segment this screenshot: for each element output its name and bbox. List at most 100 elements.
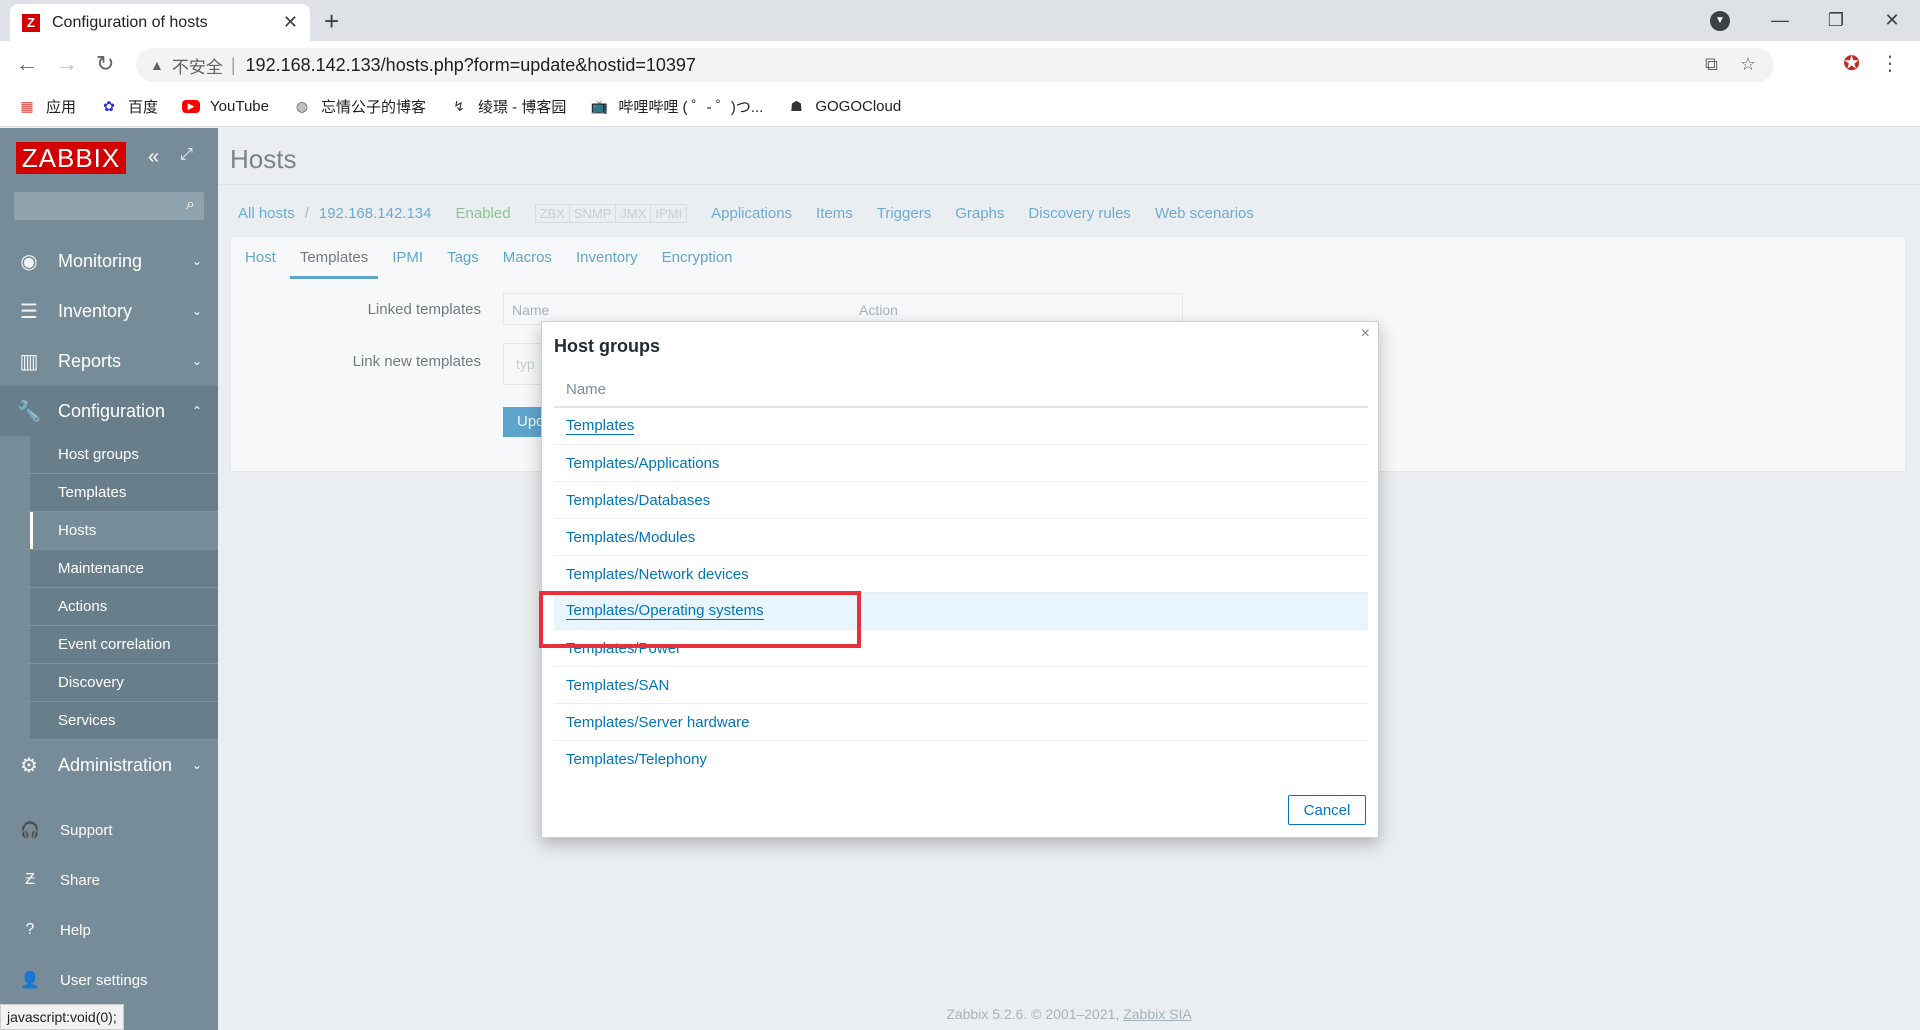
bilibili-icon: 📺 bbox=[590, 98, 609, 114]
dialog-title: Host groups bbox=[554, 336, 660, 356]
host-group-link[interactable]: Templates/Telephony bbox=[566, 751, 707, 768]
menu-inventory[interactable]: ☰ Inventory ⌄ bbox=[0, 286, 218, 336]
breadcrumb-host[interactable]: 192.168.142.134 bbox=[319, 205, 432, 222]
apps-grid-icon: ▦ bbox=[20, 98, 34, 114]
zabbix-logo[interactable]: ZABBIX bbox=[16, 142, 126, 174]
warning-icon[interactable]: ▲ bbox=[150, 57, 164, 73]
host-group-link[interactable]: Templates/Network devices bbox=[566, 566, 749, 583]
collapse-sidebar-icon[interactable]: « bbox=[148, 146, 159, 169]
help-icon: ? bbox=[25, 921, 35, 938]
forward-icon[interactable]: → bbox=[56, 51, 78, 77]
close-window-icon[interactable]: ✕ bbox=[1864, 10, 1920, 31]
table-row: Templates/Databases bbox=[554, 482, 1368, 519]
nav-items[interactable]: Items bbox=[816, 205, 853, 222]
submenu-actions[interactable]: Actions bbox=[0, 588, 218, 626]
host-group-link[interactable]: Templates/Power bbox=[566, 640, 681, 657]
minimize-icon[interactable]: — bbox=[1752, 10, 1808, 31]
nav-graphs[interactable]: Graphs bbox=[955, 205, 1004, 222]
badge-zbx: ZBX bbox=[536, 205, 570, 222]
footer-link[interactable]: Zabbix SIA bbox=[1123, 1006, 1191, 1022]
tab-tags[interactable]: Tags bbox=[447, 249, 479, 279]
bookmark-star-icon[interactable]: ☆ bbox=[1740, 54, 1756, 75]
sidebar-search-input[interactable]: ⌕ bbox=[14, 192, 204, 220]
bookmarks-bar: ▦ 应用 ✿ 百度 ▶ YouTube ◍ 忘情公子的博客 ↯ 绫璟 - 博客园… bbox=[0, 87, 1920, 127]
host-navigation: All hosts / 192.168.142.134 Enabled ZBX … bbox=[238, 204, 1254, 223]
zabbix-favicon-icon: Z bbox=[22, 13, 40, 32]
url-text[interactable]: 192.168.142.133/hosts.php?form=update&ho… bbox=[246, 55, 696, 76]
menu-monitoring[interactable]: ◉ Monitoring ⌄ bbox=[0, 236, 218, 286]
support-link[interactable]: 🎧 Support bbox=[0, 810, 218, 850]
nav-web-scenarios[interactable]: Web scenarios bbox=[1155, 205, 1254, 222]
table-header-name: Name bbox=[554, 372, 1368, 408]
share-link[interactable]: Ƶ Share bbox=[0, 860, 218, 900]
bookmark-cnblogs[interactable]: ↯ 绫璟 - 博客园 bbox=[450, 96, 566, 117]
tab-macros[interactable]: Macros bbox=[503, 249, 552, 279]
tab-ipmi[interactable]: IPMI bbox=[392, 249, 423, 279]
host-group-link[interactable]: Templates bbox=[566, 417, 635, 435]
table-row: Templates/Telephony bbox=[554, 741, 1368, 778]
host-group-link[interactable]: Templates/Operating systems bbox=[566, 602, 764, 620]
tab-close-icon[interactable]: ✕ bbox=[283, 12, 298, 33]
reload-icon[interactable]: ↻ bbox=[96, 51, 114, 77]
submenu-hosts[interactable]: Hosts bbox=[0, 512, 218, 550]
nav-triggers[interactable]: Triggers bbox=[877, 205, 931, 222]
host-group-link[interactable]: Templates/Server hardware bbox=[566, 714, 749, 731]
bookmark-label: 绫璟 - 博客园 bbox=[478, 99, 567, 116]
menu-administration[interactable]: ⚙ Administration ⌄ bbox=[0, 740, 218, 790]
back-icon[interactable]: ← bbox=[16, 51, 38, 77]
insecure-label[interactable]: 不安全 bbox=[172, 53, 223, 78]
badge-snmp: SNMP bbox=[570, 205, 617, 222]
bookmark-blog[interactable]: ◍ 忘情公子的博客 bbox=[293, 96, 426, 117]
tab-host[interactable]: Host bbox=[245, 249, 276, 279]
submenu-services[interactable]: Services bbox=[0, 702, 218, 740]
new-tab-icon[interactable]: + bbox=[324, 6, 339, 37]
kiosk-mode-icon[interactable]: ⤢ bbox=[180, 146, 193, 164]
bookmark-youtube[interactable]: ▶ YouTube bbox=[182, 98, 269, 115]
host-status[interactable]: Enabled bbox=[456, 205, 511, 222]
window-controls: — ❐ ✕ bbox=[1752, 0, 1920, 41]
host-groups-table: Name Templates Templates/Applications Te… bbox=[554, 372, 1368, 778]
bookmark-bilibili[interactable]: 📺 哔哩哔哩 ( ゜- ゜)つ... bbox=[590, 96, 764, 117]
menu-reports[interactable]: ▥ Reports ⌄ bbox=[0, 336, 218, 386]
submenu-host-groups[interactable]: Host groups bbox=[0, 436, 218, 474]
omnibox-separator: | bbox=[230, 54, 236, 75]
extension-avatar-icon[interactable]: ✪ bbox=[1843, 51, 1860, 76]
nav-discovery-rules[interactable]: Discovery rules bbox=[1028, 205, 1131, 222]
submenu-templates[interactable]: Templates bbox=[0, 474, 218, 512]
nav-applications[interactable]: Applications bbox=[711, 205, 792, 222]
update-button[interactable]: Upd bbox=[503, 407, 543, 437]
host-group-link[interactable]: Templates/Databases bbox=[566, 492, 710, 509]
bookmark-baidu[interactable]: ✿ 百度 bbox=[100, 96, 158, 117]
menu-configuration[interactable]: 🔧 Configuration ⌃ bbox=[0, 386, 218, 436]
form-tabs: Host Templates IPMI Tags Macros Inventor… bbox=[245, 249, 733, 279]
browser-tab[interactable]: Z Configuration of hosts ✕ bbox=[10, 4, 310, 41]
submenu-discovery[interactable]: Discovery bbox=[0, 664, 218, 702]
page-footer: Zabbix 5.2.6. © 2001–2021, Zabbix SIA bbox=[218, 1006, 1920, 1022]
cancel-button[interactable]: Cancel bbox=[1288, 795, 1366, 825]
submenu-maintenance[interactable]: Maintenance bbox=[0, 550, 218, 588]
host-group-link[interactable]: Templates/Modules bbox=[566, 529, 695, 546]
user-settings-link[interactable]: 👤 User settings bbox=[0, 960, 218, 1000]
browser-toolbar: ← → ↻ ▲ 不安全 | 192.168.142.133/hosts.php?… bbox=[0, 41, 1920, 87]
link-new-templates-input[interactable]: typ bbox=[503, 343, 543, 385]
breadcrumb-all-hosts[interactable]: All hosts bbox=[238, 205, 295, 222]
restore-icon[interactable]: ❐ bbox=[1808, 10, 1864, 31]
bookmark-gogocloud[interactable]: ☗ GOGOCloud bbox=[787, 98, 901, 116]
translate-icon[interactable]: ⧉ bbox=[1705, 54, 1718, 75]
tab-search-icon[interactable]: ▼ bbox=[1710, 11, 1730, 31]
bookmark-apps[interactable]: ▦ 应用 bbox=[18, 96, 76, 117]
tab-inventory[interactable]: Inventory bbox=[576, 249, 638, 279]
badge-ipmi: IPMI bbox=[655, 206, 683, 221]
status-bar-tooltip: javascript:void(0); bbox=[0, 1004, 124, 1030]
host-group-link[interactable]: Templates/Applications bbox=[566, 455, 719, 472]
tab-templates[interactable]: Templates bbox=[289, 249, 379, 279]
browser-menu-icon[interactable]: ⋮ bbox=[1880, 51, 1900, 76]
address-bar[interactable]: ▲ 不安全 | 192.168.142.133/hosts.php?form=u… bbox=[136, 48, 1774, 82]
search-icon[interactable]: ⌕ bbox=[186, 196, 195, 214]
tab-encryption[interactable]: Encryption bbox=[662, 249, 733, 279]
help-link[interactable]: ? Help bbox=[0, 910, 218, 950]
host-group-link[interactable]: Templates/SAN bbox=[566, 677, 669, 694]
submenu-event-correlation[interactable]: Event correlation bbox=[0, 626, 218, 664]
close-icon[interactable]: × bbox=[1361, 325, 1370, 343]
blog-icon: ↯ bbox=[453, 98, 465, 114]
